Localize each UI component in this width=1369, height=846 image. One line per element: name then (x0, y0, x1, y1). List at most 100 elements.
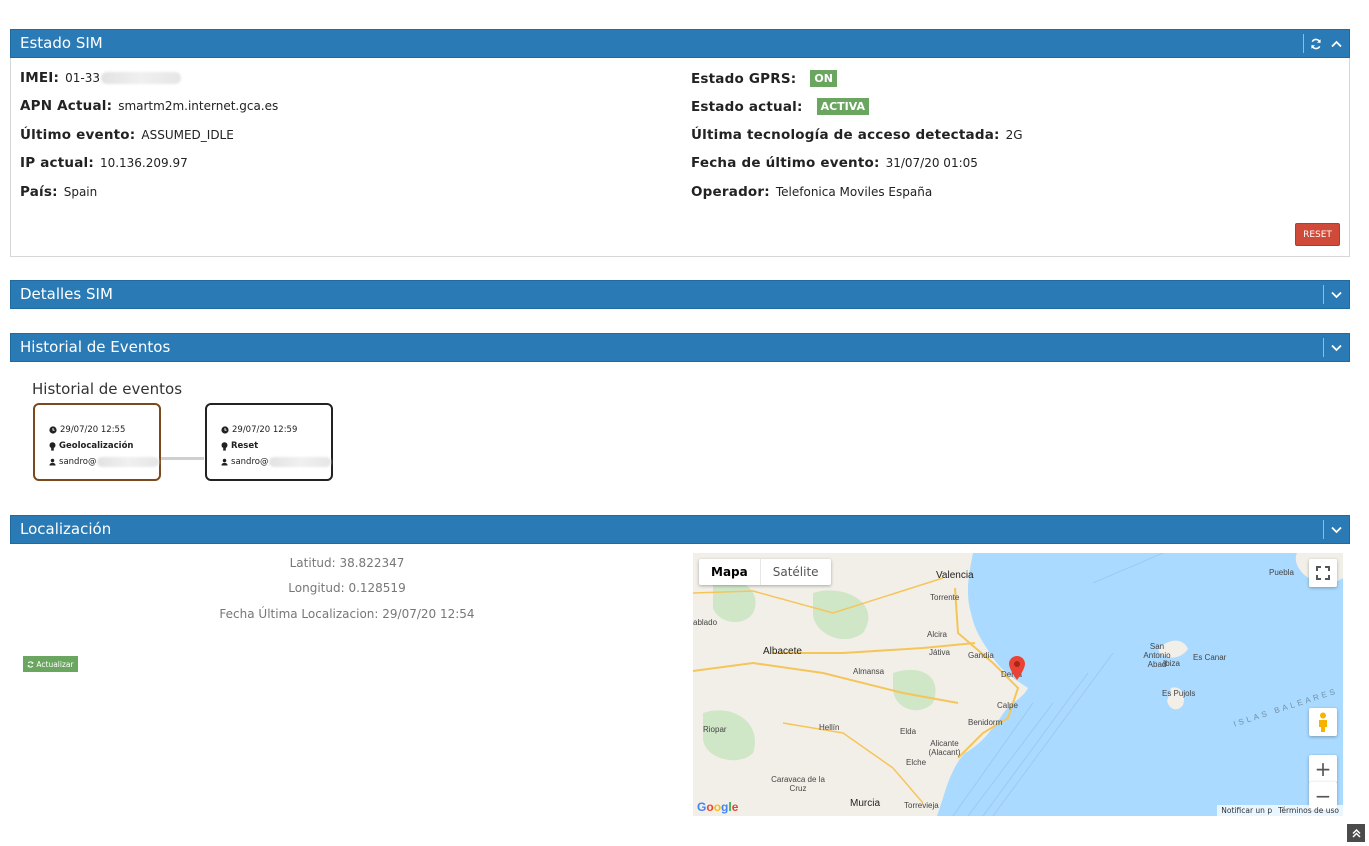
map-type-control: Mapa Satélite (699, 559, 831, 585)
terms-link[interactable]: Términos de uso (1278, 806, 1339, 815)
map-tab-satelite[interactable]: Satélite (759, 559, 831, 585)
ip-row: IP actual: 10.136.209.97 (20, 155, 188, 171)
map-pin-icon (1009, 656, 1025, 680)
chevron-up-icon[interactable] (1329, 37, 1343, 51)
map-label-calpe: Calpe (997, 701, 1018, 710)
map-label-riopar: Riopar (703, 725, 727, 734)
localizacion-header[interactable]: Localización (10, 515, 1350, 544)
event-user: sandro@ (59, 457, 97, 467)
map-marker[interactable] (1009, 656, 1025, 684)
map-label-elda: Elda (900, 727, 917, 736)
map-tab-mapa[interactable]: Mapa (699, 559, 760, 585)
estado-actual-row: Estado actual: ACTIVA (691, 98, 870, 115)
detalles-sim-title: Detalles SIM (20, 285, 113, 303)
map-label-san-antonio: San Antonio Abad (1143, 642, 1171, 669)
user-icon (221, 458, 228, 466)
chevron-down-icon[interactable] (1329, 341, 1343, 355)
operador-value: Telefonica Moviles España (775, 185, 933, 199)
clock-icon (49, 426, 57, 434)
reset-button[interactable]: RESET (1295, 223, 1340, 246)
event-type-row: Reset (221, 438, 331, 454)
event-time-row: 29/07/20 12:59 (221, 422, 331, 438)
ultimo-evento-value: ASSUMED_IDLE (141, 128, 234, 142)
map-label-elche: Elche (906, 758, 927, 767)
fecha-row: Fecha de último evento: 31/07/20 01:05 (691, 155, 978, 171)
refresh-icon[interactable] (1309, 37, 1323, 51)
header-separator (1323, 338, 1324, 357)
tecnologia-row: Última tecnología de acceso detectada: 2… (691, 127, 1023, 143)
map-label-es-pujols: Es Pujols (1162, 689, 1196, 698)
google-logo: Google (697, 800, 739, 814)
actualizar-button[interactable]: Actualizar (23, 656, 78, 672)
apn-value: smartm2m.internet.gca.es (118, 99, 279, 113)
user-icon (49, 458, 56, 466)
gprs-row: Estado GPRS: ON (691, 70, 837, 87)
event-type: Reset (231, 441, 259, 451)
ip-value: 10.136.209.97 (99, 156, 188, 170)
map-label-caravaca: Caravaca de la Cruz (771, 775, 825, 793)
header-separator (1323, 285, 1324, 304)
event-user-row: sandro@ (221, 454, 331, 470)
user-redacted (97, 457, 159, 467)
imei-redacted (100, 72, 181, 84)
zoom-in-button[interactable]: + (1309, 755, 1337, 783)
fecha-value: 31/07/20 01:05 (885, 156, 978, 170)
street-view-button[interactable] (1309, 708, 1337, 736)
report-link[interactable]: Notificar un p (1221, 806, 1272, 815)
estado-sim-title: Estado SIM (20, 34, 103, 52)
fullscreen-button[interactable] (1309, 559, 1337, 587)
detalles-sim-header[interactable]: Detalles SIM (10, 280, 1350, 309)
fecha-localizacion-text: Fecha Última Localizacion: 29/07/20 12:5… (219, 607, 475, 621)
map-label-valencia: Valencia (936, 570, 974, 581)
map-label-jativa: Játiva (929, 648, 950, 657)
ip-label: IP actual: (20, 155, 94, 171)
imei-label: IMEI: (20, 70, 60, 86)
chevron-down-icon[interactable] (1329, 523, 1343, 537)
longitud-text: Longitud: 0.128519 (288, 581, 406, 595)
event-card-geolocalizacion[interactable]: 29/07/20 12:55 Geolocalización sandro@ (33, 403, 161, 481)
estado-sim-header[interactable]: Estado SIM (10, 29, 1350, 58)
refresh-icon (28, 660, 34, 668)
header-separator (1323, 520, 1324, 539)
map-label-alicante: Alicante (Alacant) (928, 739, 961, 757)
pais-label: País: (20, 184, 58, 200)
lightbulb-icon (221, 441, 228, 451)
map-label-almansa: Almansa (853, 667, 885, 676)
chevron-down-icon[interactable] (1329, 288, 1343, 302)
operador-row: Operador: Telefonica Moviles España (691, 184, 932, 200)
map-label-torrevieja: Torrevieja (904, 801, 939, 810)
ultimo-evento-row: Último evento: ASSUMED_IDLE (20, 127, 234, 143)
map-footer: Notificar un p Términos de uso (1217, 805, 1343, 816)
estado-actual-label: Estado actual: (691, 98, 803, 115)
map-label-tabledo: ablado (693, 618, 718, 627)
apn-row: APN Actual: smartm2m.internet.gca.es (20, 98, 278, 114)
estado-actual-badge: ACTIVA (816, 98, 870, 115)
event-time: 29/07/20 12:55 (60, 425, 126, 435)
fecha-label: Fecha de último evento: (691, 155, 880, 171)
map-label-torrente: Torrente (930, 593, 960, 602)
scroll-to-top-button[interactable] (1347, 824, 1365, 842)
actualizar-label: Actualizar (36, 659, 74, 669)
map-label-benidorm: Benidorm (968, 718, 1003, 727)
gprs-badge: ON (810, 70, 837, 87)
event-user-row: sandro@ (49, 454, 159, 470)
pegman-icon (1319, 712, 1327, 732)
gprs-label: Estado GPRS: (691, 70, 797, 87)
historial-subtitle: Historial de eventos (32, 380, 183, 398)
imei-row: IMEI: 01-33 (20, 70, 181, 86)
pais-row: País: Spain (20, 184, 97, 200)
header-separator (1303, 34, 1304, 53)
latitud-text: Latitud: 38.822347 (289, 556, 405, 570)
map-view[interactable]: Valencia Torrente Alcira Játiva Gandia A… (693, 553, 1343, 816)
tecnologia-label: Última tecnología de acceso detectada: (691, 127, 1000, 143)
map-label-es-canar: Es Canar (1193, 653, 1227, 662)
historial-header[interactable]: Historial de Eventos (10, 333, 1350, 362)
map-label-gandia: Gandia (968, 651, 994, 660)
event-card-reset[interactable]: 29/07/20 12:59 Reset sandro@ (205, 403, 333, 481)
map-label-puebla: Puebla (1269, 568, 1294, 577)
operador-label: Operador: (691, 184, 770, 200)
map-label-murcia: Murcia (850, 798, 881, 809)
map-label-alcira: Alcira (927, 630, 948, 639)
localizacion-title: Localización (20, 520, 112, 538)
estado-sim-body: IMEI: 01-33 APN Actual: smartm2m.interne… (10, 58, 1350, 257)
